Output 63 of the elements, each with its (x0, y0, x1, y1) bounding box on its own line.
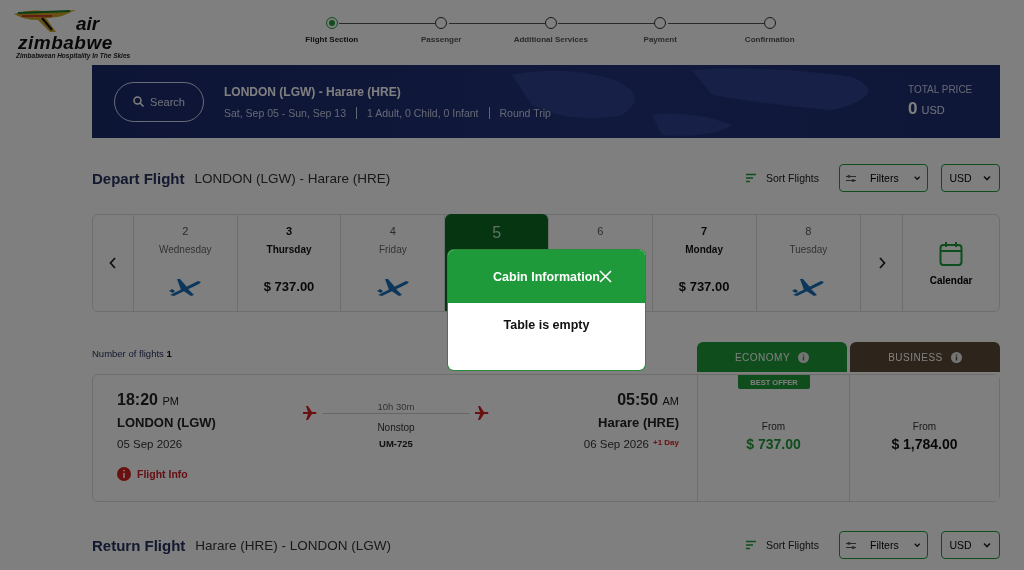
flight-number: UM-725 (379, 438, 413, 449)
logo-text: air (76, 14, 101, 33)
cabin-tab[interactable]: ECONOMY (697, 342, 847, 372)
logo-text: zimbabwe (18, 33, 114, 52)
bird-logo-icon (12, 8, 78, 34)
info-icon (117, 467, 131, 481)
section-title: Depart Flight (92, 169, 185, 187)
step-label: Additional Services (513, 34, 588, 44)
arrival-date: 06 Sep 2026 (583, 438, 649, 450)
from-label: From (912, 421, 937, 432)
search-icon (133, 96, 145, 107)
from-label: From (761, 421, 786, 432)
currency-dropdown[interactable]: USD (941, 164, 1000, 192)
step-label: Payment (643, 34, 677, 44)
dates-text: Sat, Sep 05 - Sun, Sep 13 (224, 106, 346, 119)
chevron-left-icon (108, 257, 117, 269)
sliders-icon (846, 540, 857, 550)
chevron-down-icon (981, 173, 992, 183)
route-text: LONDON (LGW) - Harare (HRE) (224, 84, 402, 99)
chevron-down-icon (981, 540, 992, 550)
fare-price[interactable]: $ 1,784.00 (891, 436, 958, 452)
close-button[interactable] (599, 270, 612, 283)
total-price-label: TOTAL PRICE (908, 84, 974, 95)
fare-price[interactable]: $ 737.00 (746, 436, 801, 452)
chevron-right-icon (877, 257, 886, 269)
passengers-text: 1 Adult, 0 Child, 0 Infant (356, 106, 479, 119)
day-offset: +1 Day (652, 438, 679, 449)
info-icon (950, 351, 962, 363)
departure-city: LONDON (LGW) (117, 415, 216, 430)
calendar-icon (939, 240, 964, 267)
step-label: Passenger (421, 34, 462, 44)
trip-type-text: Round Trip (488, 106, 551, 119)
arrival-city: Harare (HRE) (598, 415, 679, 430)
sort-button[interactable]: Sort Flights (745, 539, 819, 551)
step-label: Flight Section (305, 34, 359, 44)
departure-date: 05 Sep 2026 (117, 438, 183, 450)
step-label: Confirmation (744, 34, 795, 44)
total-price-amount: 0 (908, 99, 918, 119)
arrival-time: 05:50 AM (617, 391, 679, 409)
currency-text: USD (921, 104, 945, 116)
sort-icon (745, 173, 756, 183)
flight-info-link[interactable]: Flight Info (117, 467, 216, 481)
section-title: Return Flight (92, 536, 186, 554)
airplane-icon (303, 406, 317, 420)
duration-text: 10h 30m (377, 401, 415, 412)
departure-time: 18:20 PM (117, 391, 180, 409)
flight-count: Number of flights 1 (92, 347, 172, 359)
sort-icon (745, 540, 756, 550)
cabin-tab[interactable]: BUSINESS (850, 342, 1000, 372)
currency-dropdown[interactable]: USD (941, 531, 1000, 559)
filters-button[interactable]: Filters (839, 531, 928, 559)
sort-button[interactable]: Sort Flights (745, 172, 819, 184)
filters-button[interactable]: Filters (839, 164, 928, 192)
sliders-icon (846, 173, 857, 183)
route-text: LONDON (LGW) - Harare (HRE) (194, 170, 391, 186)
close-icon (599, 270, 612, 283)
stops-text: Nonstop (377, 422, 415, 433)
route-text: Harare (HRE) - LONDON (LGW) (195, 537, 392, 553)
info-icon (798, 351, 810, 363)
empty-message: Table is empty (502, 318, 591, 332)
calendar-button[interactable]: Calendar (902, 215, 999, 311)
airplane-icon (475, 406, 489, 420)
dialog-title: Cabin Information (493, 269, 600, 284)
